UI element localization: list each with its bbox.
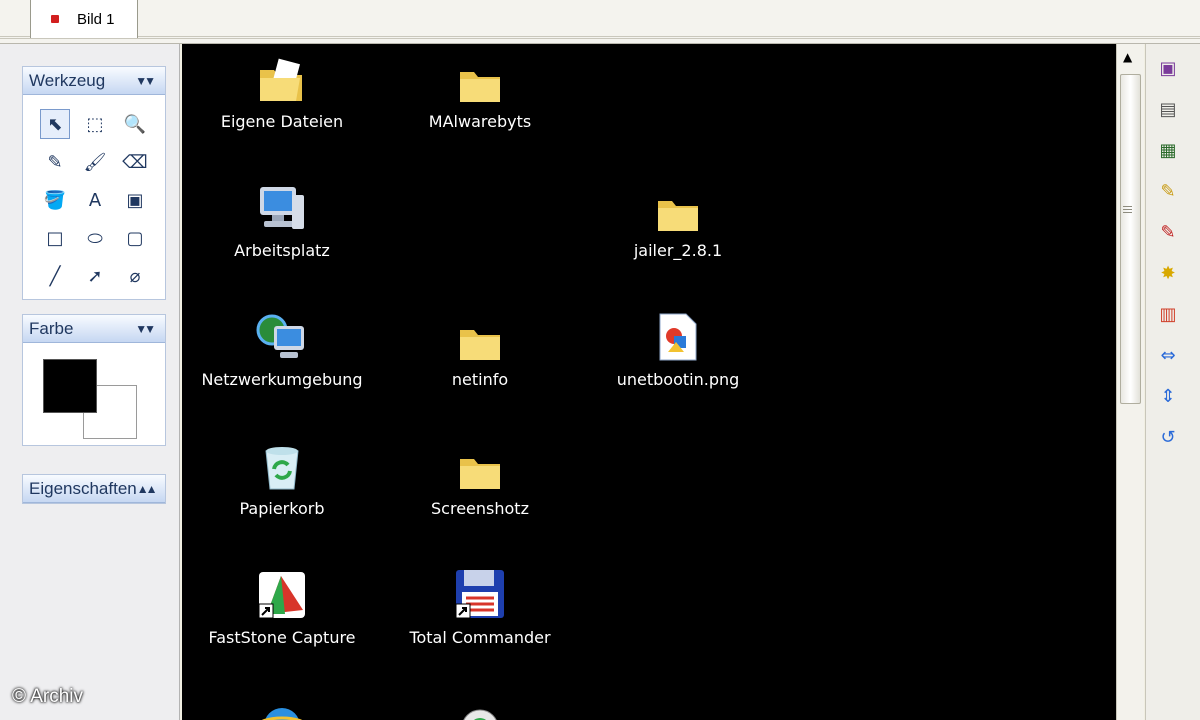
recycle-bin-icon xyxy=(256,439,308,491)
internet-explorer-icon xyxy=(256,696,308,720)
desktop-icon-item[interactable] xyxy=(380,696,580,720)
color-panel-title: Farbe xyxy=(29,318,74,338)
eraser-tool-icon[interactable]: ⌫ xyxy=(120,147,150,177)
brightness-icon[interactable]: ✸ xyxy=(1154,259,1182,287)
tool-grid: ⬉ ⬚ 🔍 ✎ 🖌 ⌫ 🪣 A ▣ □ ⬭ ▢ ╱ ➚ ⌀ xyxy=(23,95,165,291)
properties-panel: Eigenschaften ▲▲ xyxy=(22,474,166,504)
total-commander-shortcut-icon xyxy=(454,568,506,620)
desktop-icon-item[interactable]: Screenshotz xyxy=(380,439,580,518)
chevron-down-icon[interactable]: ▼▼ xyxy=(135,322,156,336)
desktop-icon-label: MAlwarebyts xyxy=(428,112,532,131)
brush-tool-icon[interactable]: 🖌 xyxy=(80,147,110,177)
flip-horizontal-icon[interactable]: ⇔ xyxy=(1154,341,1182,369)
frame-icon[interactable]: ▣ xyxy=(1154,54,1182,82)
scrollbar-grip-icon xyxy=(1123,206,1132,207)
desktop-icon-label: Netzwerkumgebung xyxy=(201,370,363,389)
tab-strip: Bild 1 xyxy=(0,0,1200,44)
chevron-down-icon[interactable]: ▼▼ xyxy=(135,74,156,88)
tools-panel-title: Werkzeug xyxy=(29,70,106,90)
vertical-scrollbar[interactable]: ▲ xyxy=(1116,44,1144,720)
color-picker-tool-icon[interactable]: ⌀ xyxy=(120,261,150,291)
text-tool-icon[interactable]: A xyxy=(80,185,110,215)
desktop-icon-item[interactable]: unetbootin.png xyxy=(578,310,778,389)
desktop-icon-item[interactable]: Eigene Dateien xyxy=(182,52,382,131)
folder-documents-icon xyxy=(256,52,308,104)
rounded-rect-tool-icon[interactable]: ▢ xyxy=(120,223,150,253)
folder-icon xyxy=(652,181,704,233)
scroll-up-arrow-icon[interactable]: ▲ xyxy=(1123,50,1132,64)
watermark: © Archiv xyxy=(12,686,84,707)
desktop-icon-label: Eigene Dateien xyxy=(220,112,344,131)
color-panel: Farbe ▼▼ xyxy=(22,314,166,446)
png-file-icon xyxy=(652,310,704,362)
fill-tool-icon[interactable]: 🪣 xyxy=(40,185,70,215)
desktop-icon-label: jailer_2.8.1 xyxy=(633,241,723,260)
ellipse-tool-icon[interactable]: ⬭ xyxy=(80,223,110,253)
sidebar: Werkzeug ▼▼ ⬉ ⬚ 🔍 ✎ 🖌 ⌫ 🪣 A ▣ □ ⬭ ▢ ╱ ➚ ⌀ Farbe ▼▼ Eig… xyxy=(0,44,180,720)
line-tool-icon[interactable]: ╱ xyxy=(40,261,70,291)
desktop-icon-item[interactable]: Total Commander xyxy=(380,568,580,647)
image-icon[interactable]: ▤ xyxy=(1154,95,1182,123)
desktop-icon-item[interactable]: jailer_2.8.1 xyxy=(578,181,778,260)
my-computer-icon xyxy=(256,181,308,233)
pen-check-icon[interactable]: ✎ xyxy=(1154,177,1182,205)
folder-icon xyxy=(454,439,506,491)
arrow-tool-icon[interactable]: ➚ xyxy=(80,261,110,291)
scrollbar-thumb[interactable] xyxy=(1120,74,1141,404)
tools-panel-header[interactable]: Werkzeug ▼▼ xyxy=(23,67,165,95)
rect-select-tool-icon[interactable]: ⬚ xyxy=(80,109,110,139)
desktop-icon-label: Papierkorb xyxy=(239,499,325,518)
desktop-icon-item[interactable]: FastStone Capture xyxy=(182,568,382,647)
tab-bild-1[interactable]: Bild 1 xyxy=(30,0,138,38)
desktop-icon-item[interactable] xyxy=(182,696,382,720)
zoom-tool-icon[interactable]: 🔍 xyxy=(120,109,150,139)
folder-icon xyxy=(454,310,506,362)
desktop-icon-label: netinfo xyxy=(451,370,509,389)
flip-vertical-icon[interactable]: ⇕ xyxy=(1154,382,1182,410)
desktop-icon-item[interactable]: netinfo xyxy=(380,310,580,389)
faststone-shortcut-icon xyxy=(256,568,308,620)
right-toolbar: ▣ ▤ ▦ ✎ ✎ ✸ ▥ ⇔ ⇕ ↺ xyxy=(1145,44,1200,720)
network-icon xyxy=(256,310,308,362)
color-panel-header[interactable]: Farbe ▼▼ xyxy=(23,315,165,343)
image-tab-icon xyxy=(51,15,59,23)
media-player-icon xyxy=(454,696,506,720)
desktop-icon-label: Arbeitsplatz xyxy=(234,241,330,260)
desktop-icon-label: unetbootin.png xyxy=(616,370,740,389)
select-tool-icon[interactable]: ⬉ xyxy=(40,109,70,139)
chevron-up-icon[interactable]: ▲▲ xyxy=(137,482,158,496)
folder-icon xyxy=(454,52,506,104)
grid-icon[interactable]: ▦ xyxy=(1154,136,1182,164)
desktop-icon-item[interactable]: Papierkorb xyxy=(182,439,382,518)
desktop-icon-item[interactable]: Netzwerkumgebung xyxy=(182,310,382,389)
foreground-color-swatch[interactable] xyxy=(43,359,97,413)
desktop-icon-item[interactable]: MAlwarebyts xyxy=(380,52,580,131)
image-tool-icon[interactable]: ▣ xyxy=(120,185,150,215)
desktop-icon-label: FastStone Capture xyxy=(208,628,356,647)
gradient-icon[interactable]: ▥ xyxy=(1154,300,1182,328)
desktop-icon-label: Screenshotz xyxy=(431,499,529,518)
image-canvas[interactable]: Eigene Dateien MAlwarebyts Arbeitsplatz jai… xyxy=(182,44,1116,720)
pen-mark-icon[interactable]: ✎ xyxy=(1154,218,1182,246)
properties-panel-header[interactable]: Eigenschaften ▲▲ xyxy=(23,475,165,503)
tools-panel: Werkzeug ▼▼ ⬉ ⬚ 🔍 ✎ 🖌 ⌫ 🪣 A ▣ □ ⬭ ▢ ╱ ➚ ⌀ xyxy=(22,66,166,300)
rotate-icon[interactable]: ↺ xyxy=(1154,423,1182,451)
tab-label: Bild 1 xyxy=(77,10,115,28)
pencil-tool-icon[interactable]: ✎ xyxy=(40,147,70,177)
desktop-icon-item[interactable]: Arbeitsplatz xyxy=(182,181,382,260)
tab-strip-rule xyxy=(0,36,1200,39)
desktop-icon-label: Total Commander xyxy=(409,628,551,647)
properties-panel-title: Eigenschaften xyxy=(29,478,137,498)
rectangle-tool-icon[interactable]: □ xyxy=(40,223,70,253)
